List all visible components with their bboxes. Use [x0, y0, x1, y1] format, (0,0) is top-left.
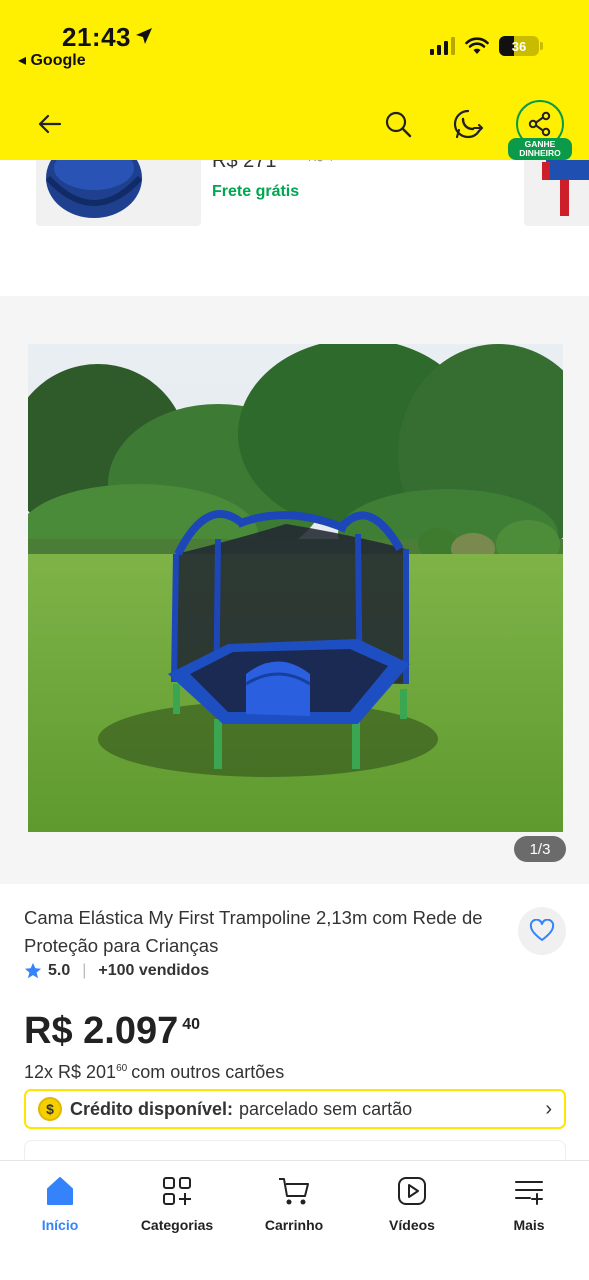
badge-line2: DINHEIRO — [519, 148, 561, 158]
search-button[interactable] — [376, 102, 420, 146]
earn-money-badge: GANHE DINHEIRO — [508, 138, 572, 160]
install-prefix: 12x R$ 201 — [24, 1062, 117, 1082]
top-header: 21:43 ◂ Google 36 GANHE DINHEIRO — [0, 0, 589, 160]
price-main: R$ 2.097 — [24, 1010, 179, 1052]
bottom-tab-bar: Início Categorias Carrinho Vídeos Mais — [0, 1160, 589, 1280]
tab-label-carrinho: Carrinho — [264, 1217, 324, 1233]
whatsapp-share-button[interactable] — [446, 102, 490, 146]
star-icon — [24, 962, 42, 979]
product-title: Cama Elástica My First Trampoline 2,13m … — [24, 907, 483, 956]
whatsapp-share-icon — [453, 109, 483, 139]
earn-money-share-button[interactable]: GANHE DINHEIRO — [508, 100, 572, 160]
installments: 12x R$ 201 60 com outros cartões — [24, 1062, 284, 1083]
tab-label-videos: Vídeos — [389, 1217, 435, 1233]
heart-icon — [529, 919, 555, 941]
tab-label-inicio: Início — [41, 1217, 79, 1233]
tab-inicio[interactable]: Início — [10, 1173, 110, 1233]
categories-icon — [163, 1177, 191, 1205]
product-photo[interactable] — [28, 344, 563, 832]
tab-mais[interactable]: Mais — [479, 1173, 579, 1233]
rating-divider: | — [82, 962, 87, 979]
status-time: 21:43 — [62, 22, 131, 52]
tab-label-mais: Mais — [513, 1217, 545, 1233]
status-indicators: 36 — [430, 36, 543, 56]
related-free-shipping: Frete grátis — [212, 183, 300, 200]
credit-text: parcelado sem cartão — [239, 1098, 413, 1119]
favorite-button[interactable] — [518, 907, 566, 955]
tab-label-categorias: Categorias — [140, 1217, 214, 1233]
price-cents: 40 — [182, 1016, 201, 1033]
share-icon — [528, 111, 551, 137]
video-icon — [398, 1177, 426, 1205]
battery-icon: 36 — [499, 36, 543, 56]
rating-row[interactable]: 5.0 | +100 vendidos — [24, 962, 209, 980]
battery-level: 36 — [511, 38, 527, 54]
search-icon — [385, 111, 412, 138]
sold-count: +100 vendidos — [98, 962, 210, 979]
location-arrow-icon — [136, 28, 152, 44]
back-button[interactable] — [28, 102, 72, 146]
more-icon — [515, 1181, 543, 1205]
tab-videos[interactable]: Vídeos — [362, 1173, 462, 1233]
tab-carrinho[interactable]: Carrinho — [244, 1173, 344, 1233]
tab-categorias[interactable]: Categorias — [127, 1173, 227, 1233]
product-price: R$ 2.097 40 — [24, 1010, 200, 1053]
home-icon — [47, 1177, 73, 1205]
credit-available-banner[interactable]: $ Crédito disponível: parcelado sem cart… — [24, 1089, 566, 1129]
chevron-right-icon: › — [545, 1097, 552, 1120]
wifi-icon — [465, 37, 489, 54]
dollar-coin-icon: $ — [38, 1097, 62, 1121]
credit-label: Crédito disponível: — [70, 1098, 234, 1119]
install-cents: 60 — [116, 1063, 128, 1074]
product-gallery[interactable]: 1/3 — [0, 296, 589, 884]
arrow-left-icon — [38, 114, 62, 134]
cart-icon — [279, 1178, 309, 1205]
install-suffix: com outros cartões — [131, 1062, 285, 1082]
trampoline-photo — [28, 344, 563, 832]
back-to-app-link[interactable]: ◂ Google — [18, 50, 86, 70]
image-counter: 1/3 — [514, 836, 566, 862]
cellular-signal-icon — [430, 37, 455, 55]
rating-score: 5.0 — [48, 962, 71, 979]
